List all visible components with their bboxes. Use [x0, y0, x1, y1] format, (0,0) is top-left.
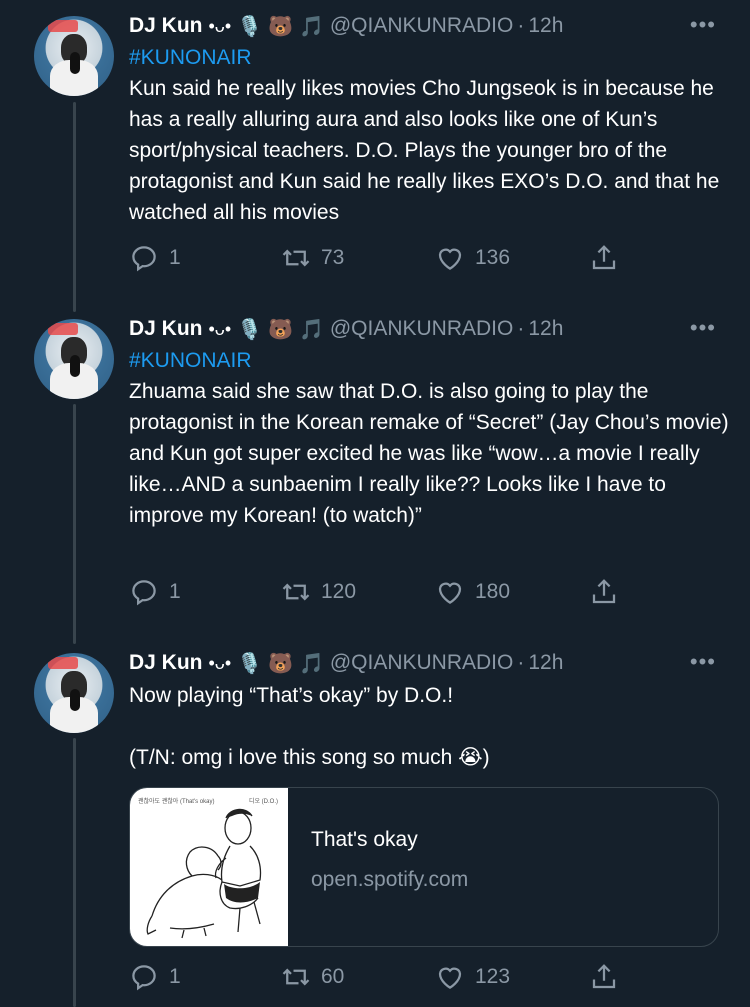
album-label-left: 괜찮아도 괜찮아 (That's okay) — [138, 799, 215, 805]
hashtag-link[interactable]: #KUNONAIR — [129, 42, 729, 73]
reply-icon — [132, 965, 156, 991]
user-handle[interactable]: @QIANKUNRADIO — [330, 651, 514, 675]
like-count: 123 — [475, 965, 511, 988]
retweet-button[interactable]: 60 — [281, 960, 344, 994]
album-cover-image: 괜찮아도 괜찮아 (That's okay) 디오 (D.O.) — [130, 788, 288, 946]
thread-line — [73, 738, 76, 1007]
tweet-body-line-2: (T/N: omg i love this song so much 😭) — [129, 746, 490, 769]
reply-icon — [132, 246, 156, 272]
reply-icon — [132, 580, 156, 606]
share-button[interactable] — [589, 575, 619, 609]
display-name[interactable]: DJ Kun — [129, 651, 203, 675]
music-note-emoji: 🎵 — [298, 652, 324, 675]
link-card[interactable]: 괜찮아도 괜찮아 (That's okay) 디오 (D.O.) That's … — [129, 787, 719, 947]
thread-line — [73, 102, 76, 312]
name-decoration: •ᴗ• — [208, 318, 232, 339]
microphone-emoji: 🎙️ — [237, 15, 263, 38]
more-options-icon[interactable]: ••• — [690, 12, 716, 38]
name-decoration: •ᴗ• — [208, 652, 232, 673]
tweet-body: Zhuama said she saw that D.O. is also go… — [129, 380, 729, 527]
like-button[interactable]: 180 — [435, 575, 510, 609]
retweet-count: 120 — [321, 580, 357, 603]
like-count: 136 — [475, 246, 511, 269]
tweet-header: DJ Kun •ᴗ• 🎙️ 🐻 🎵 @QIANKUNRADIO · 12h — [129, 647, 563, 679]
retweet-button[interactable]: 73 — [281, 241, 344, 275]
avatar[interactable] — [34, 16, 114, 96]
timestamp[interactable]: 12h — [528, 651, 563, 675]
bear-emoji: 🐻 — [268, 652, 293, 675]
separator: · — [517, 317, 525, 340]
tweet-actions: 1 120 180 — [129, 575, 629, 609]
user-handle[interactable]: @QIANKUNRADIO — [330, 317, 514, 341]
retweet-icon — [282, 968, 310, 986]
avatar[interactable] — [34, 653, 114, 733]
retweet-button[interactable]: 120 — [281, 575, 356, 609]
tweet-actions: 1 73 136 — [129, 241, 629, 275]
user-handle[interactable]: @QIANKUNRADIO — [330, 14, 514, 38]
album-illustration — [146, 808, 262, 939]
share-button[interactable] — [589, 241, 619, 275]
name-decoration: •ᴗ• — [208, 15, 232, 36]
share-icon — [592, 964, 616, 989]
reply-button[interactable]: 1 — [129, 575, 181, 609]
like-button[interactable]: 136 — [435, 241, 510, 275]
avatar[interactable] — [34, 319, 114, 399]
album-label-right: 디오 (D.O.) — [248, 799, 278, 805]
bear-emoji: 🐻 — [268, 318, 293, 341]
retweet-icon — [282, 249, 310, 267]
hashtag-link[interactable]: #KUNONAIR — [129, 345, 729, 376]
more-options-icon[interactable]: ••• — [690, 649, 716, 675]
retweet-count: 73 — [321, 246, 345, 269]
microphone-emoji: 🎙️ — [237, 652, 263, 675]
music-note-emoji: 🎵 — [298, 318, 324, 341]
display-name[interactable]: DJ Kun — [129, 14, 203, 38]
timestamp[interactable]: 12h — [528, 317, 563, 341]
share-icon — [592, 245, 616, 270]
tweet-body: Kun said he really likes movies Cho Jung… — [129, 77, 720, 224]
tweet-body-line-1: Now playing “That’s okay” by D.O.! — [129, 684, 454, 707]
microphone-emoji: 🎙️ — [237, 318, 263, 341]
share-icon — [592, 579, 616, 604]
more-options-icon[interactable]: ••• — [690, 315, 716, 341]
like-count: 180 — [475, 580, 511, 603]
retweet-icon — [282, 583, 310, 601]
reply-button[interactable]: 1 — [129, 241, 181, 275]
thread-line — [73, 404, 76, 644]
reply-count: 1 — [169, 246, 181, 269]
separator: · — [517, 651, 525, 674]
timestamp[interactable]: 12h — [528, 14, 563, 38]
like-button[interactable]: 123 — [435, 960, 510, 994]
tweet-text: #KUNONAIR Kun said he really likes movie… — [129, 42, 729, 228]
card-title[interactable]: That's okay — [311, 828, 418, 852]
music-note-emoji: 🎵 — [298, 15, 324, 38]
tweet-header: DJ Kun •ᴗ• 🎙️ 🐻 🎵 @QIANKUNRADIO · 12h — [129, 10, 563, 42]
reply-button[interactable]: 1 — [129, 960, 181, 994]
retweet-count: 60 — [321, 965, 345, 988]
heart-icon — [438, 248, 462, 270]
bear-emoji: 🐻 — [268, 15, 293, 38]
card-domain: open.spotify.com — [311, 868, 469, 891]
heart-icon — [438, 582, 462, 604]
reply-count: 1 — [169, 580, 181, 603]
tweet-text: #KUNONAIR Zhuama said she saw that D.O. … — [129, 345, 729, 531]
reply-count: 1 — [169, 965, 181, 988]
separator: · — [517, 14, 525, 37]
heart-icon — [438, 967, 462, 989]
share-button[interactable] — [589, 960, 619, 994]
tweet-header: DJ Kun •ᴗ• 🎙️ 🐻 🎵 @QIANKUNRADIO · 12h — [129, 313, 563, 345]
tweet-actions: 1 60 123 — [129, 960, 629, 994]
display-name[interactable]: DJ Kun — [129, 317, 203, 341]
tweet-text: Now playing “That’s okay” by D.O.! (T/N:… — [129, 680, 729, 773]
